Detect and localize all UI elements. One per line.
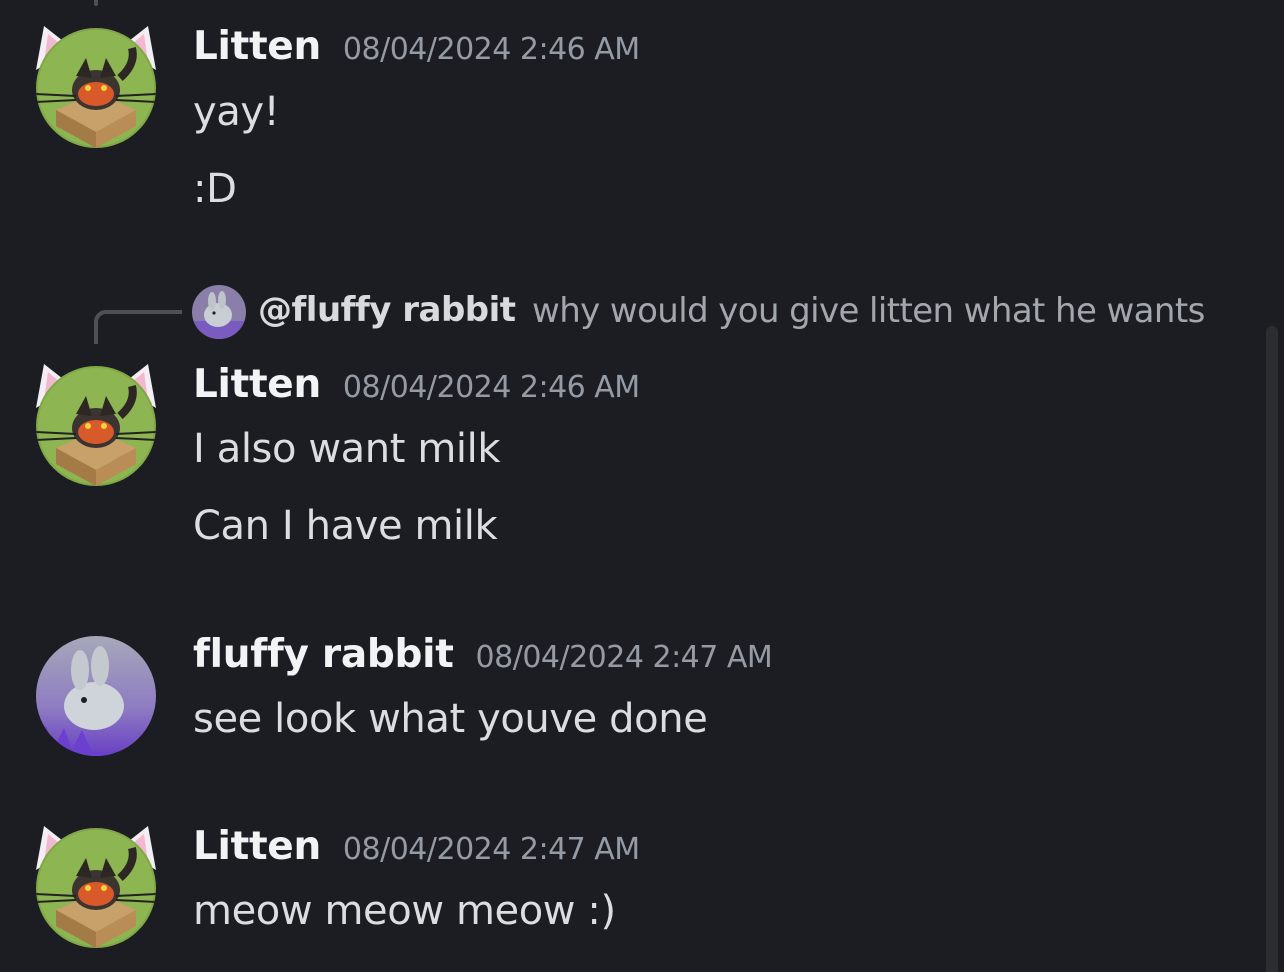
message-text: Can I have milk	[193, 503, 498, 549]
litten-avatar[interactable]	[36, 366, 156, 486]
reply-spine	[94, 310, 182, 344]
timestamp: 08/04/2024 2:46 AM	[342, 370, 640, 405]
username[interactable]: Litten	[193, 824, 321, 869]
fluffy-rabbit-avatar-icon	[192, 285, 246, 339]
message-header: Litten 08/04/2024 2:47 AM	[193, 824, 640, 869]
litten-avatar[interactable]	[36, 828, 156, 948]
username[interactable]: Litten	[193, 24, 321, 69]
fluffy-rabbit-avatar[interactable]	[36, 636, 156, 756]
message-header: fluffy rabbit 08/04/2024 2:47 AM	[193, 632, 773, 677]
message-text: yay!	[193, 89, 280, 135]
message-header: Litten 08/04/2024 2:46 AM	[193, 362, 640, 407]
message-text: :D	[193, 166, 237, 212]
timestamp: 08/04/2024 2:47 AM	[342, 832, 640, 867]
username[interactable]: Litten	[193, 362, 321, 407]
litten-cat-avatar-icon	[36, 366, 156, 486]
message-text: I also want milk	[193, 426, 501, 472]
litten-avatar[interactable]	[36, 28, 156, 148]
timestamp: 08/04/2024 2:47 AM	[475, 640, 773, 675]
timestamp: 08/04/2024 2:46 AM	[342, 32, 640, 67]
previous-reply-line	[94, 0, 98, 6]
litten-cat-avatar-icon	[36, 28, 156, 148]
message-header: Litten 08/04/2024 2:46 AM	[193, 24, 640, 69]
litten-cat-avatar-icon	[36, 828, 156, 948]
chat-log: Litten 08/04/2024 2:46 AM yay! :D @fluffy…	[0, 0, 1284, 972]
username[interactable]: fluffy rabbit	[193, 632, 454, 677]
reply-avatar[interactable]	[192, 285, 246, 339]
fluffy-rabbit-avatar-icon	[36, 636, 156, 756]
message-text: meow meow meow :)	[193, 888, 616, 934]
reply-preview[interactable]: why would you give litten what he wants	[532, 291, 1205, 331]
scrollbar[interactable]	[1266, 326, 1278, 972]
reply-author[interactable]: @fluffy rabbit	[258, 290, 516, 330]
message-text: see look what youve done	[193, 696, 708, 742]
